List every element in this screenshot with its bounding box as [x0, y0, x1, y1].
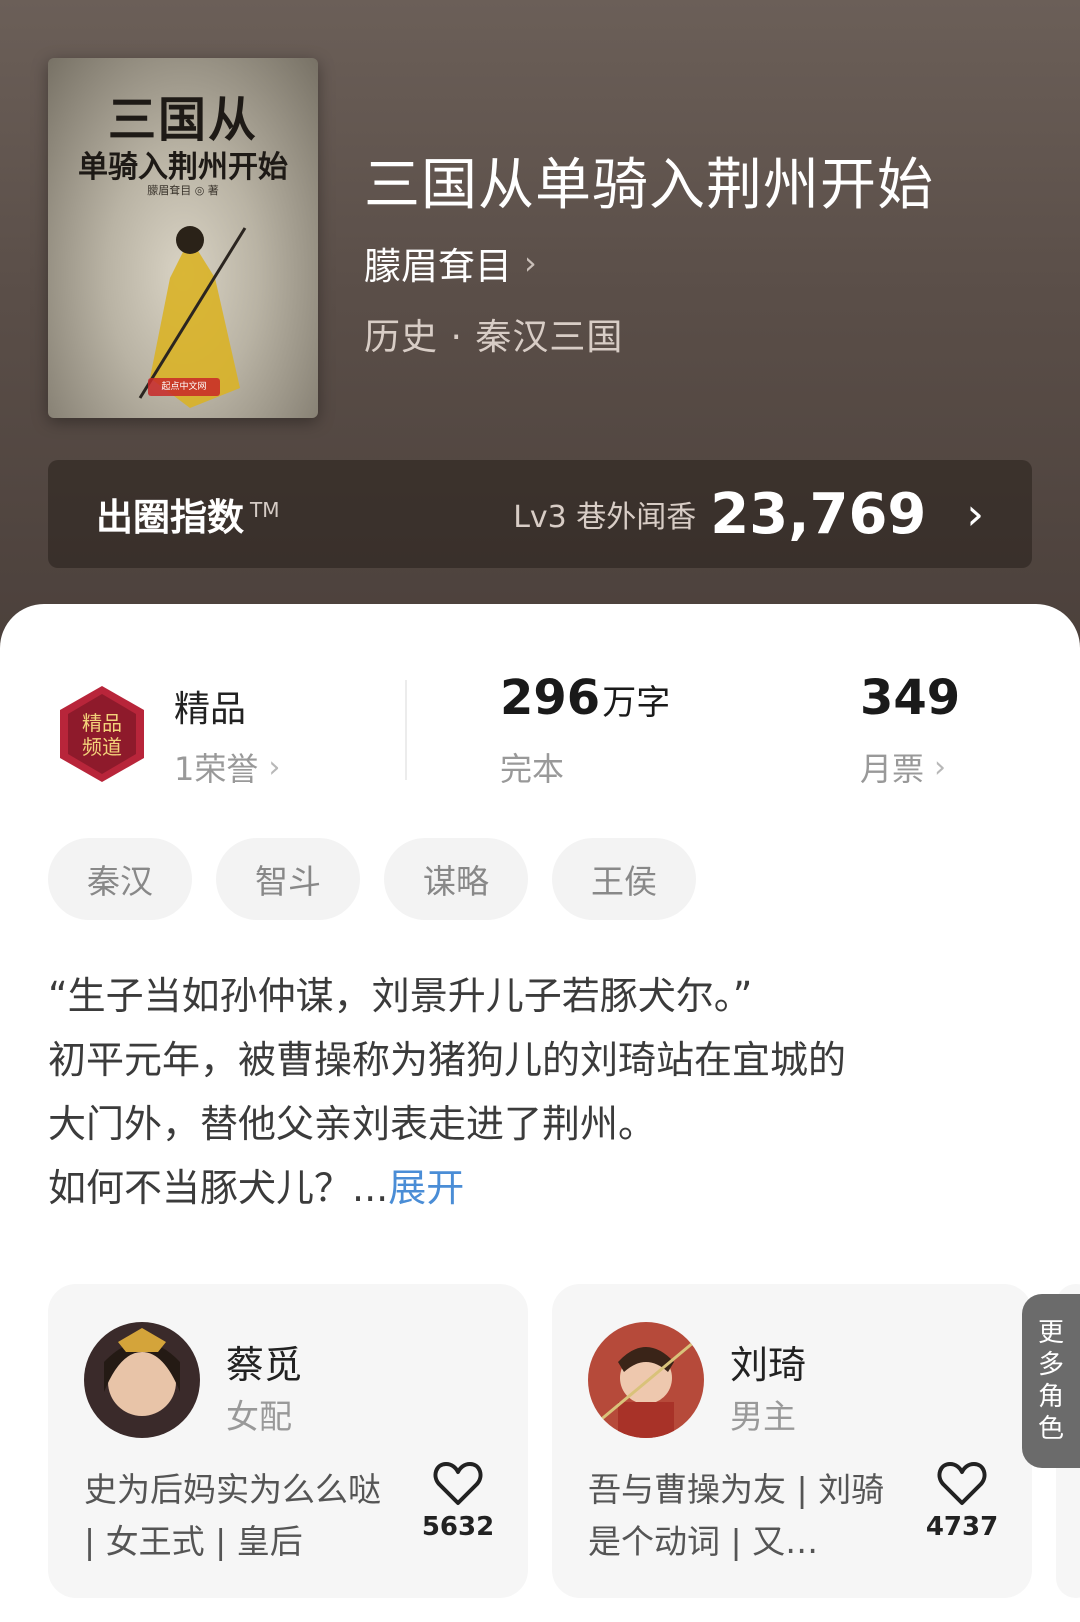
book-header: 三国从 单骑入荆州开始 朦眉耷目 ◎ 著 起点中文网 三国从单骑入荆州开始 朦眉… [0, 0, 1080, 660]
more-roles-button[interactable]: 更多角色 [1022, 1294, 1080, 1468]
cover-author: 朦眉耷目 ◎ 著 [147, 184, 219, 197]
popularity-index-label: 出圈指数 TM [96, 496, 280, 539]
character-role: 女配 [226, 1397, 292, 1436]
like-button[interactable]: 4737 [922, 1460, 1002, 1542]
chevron-right-icon: › [966, 488, 984, 540]
book-details-sheet: 精品 频道 精品 1荣誉 › 296万字 完本 349 月票 › 秦汉 智斗 谋… [0, 604, 1080, 1622]
character-name: 蔡觅 [226, 1343, 303, 1387]
book-description: “生子当如孙仲谋，刘景升儿子若豚犬尔。” 初平元年，被曹操称为猪狗儿的刘琦站在宜… [48, 964, 1032, 1220]
book-cover[interactable]: 三国从 单骑入荆州开始 朦眉耷目 ◎ 著 起点中文网 [48, 58, 318, 418]
like-count: 4737 [925, 1512, 999, 1542]
author-link[interactable]: 朦眉耷目 › [364, 236, 537, 290]
honor-link[interactable]: 1荣誉 › [174, 744, 280, 790]
stats-divider [405, 680, 407, 780]
tag-chip[interactable]: 秦汉 [48, 838, 192, 920]
character-card[interactable]: 蔡觅 女配 史为后妈实为么么哒 | 女王式 | 皇后 5632 [48, 1284, 528, 1598]
book-genre: 历史 · 秦汉三国 [364, 317, 624, 358]
heart-icon [433, 1462, 483, 1505]
character-role: 男主 [730, 1397, 796, 1436]
tag-chip[interactable]: 谋略 [384, 838, 528, 920]
stats-row: 精品 频道 精品 1荣誉 › 296万字 完本 349 月票 › [0, 660, 1080, 790]
honor-count: 1荣誉 [174, 750, 259, 788]
word-count-unit: 万字 [602, 683, 671, 723]
character-avatar [588, 1322, 704, 1438]
svg-text:频道: 频道 [82, 735, 122, 759]
character-card[interactable]: 刘琦 男主 吾与曹操为友 | 刘骑是个动词 | 又… 4737 [552, 1284, 1032, 1598]
completion-status: 完本 [500, 750, 565, 788]
description-line: 初平元年，被曹操称为猪狗儿的刘琦站在宜城的 [48, 1038, 847, 1082]
cover-title-line1: 三国从 [107, 92, 258, 148]
chevron-right-icon: › [268, 749, 281, 785]
description-line-last: 如何不当豚犬儿？...展开 [48, 1166, 465, 1210]
tag-chip[interactable]: 王侯 [552, 838, 696, 920]
premium-label: 精品 [174, 689, 247, 730]
trademark-mark: TM [250, 497, 280, 522]
chevron-right-icon: › [934, 749, 947, 785]
description-line: “生子当如孙仲谋，刘景升儿子若豚犬尔。” [48, 974, 753, 1018]
chevron-right-icon: › [524, 244, 537, 282]
monthly-tickets-label: 月票 [860, 750, 925, 788]
expand-link[interactable]: 展开 [388, 1166, 464, 1210]
description-line: 大门外，替他父亲刘表走进了荆州。 [48, 1102, 657, 1146]
character-cards: 蔡觅 女配 史为后妈实为么么哒 | 女王式 | 皇后 5632 刘琦 男主 吾与… [48, 1284, 1080, 1604]
popularity-index-bar[interactable]: 出圈指数 TM Lv3 巷外闻香 23,769 › [48, 460, 1032, 568]
heart-icon [937, 1462, 987, 1505]
cover-title-line2: 单骑入荆州开始 [78, 150, 288, 185]
author-name: 朦眉耷目 [364, 245, 512, 288]
cover-publisher-logo: 起点中文网 [148, 378, 220, 396]
premium-channel-badge-icon: 精品 频道 [60, 686, 144, 782]
monthly-tickets-count: 349 [860, 670, 961, 726]
popularity-level: Lv3 巷外闻香 [513, 500, 697, 535]
like-count: 5632 [421, 1512, 495, 1542]
character-description: 吾与曹操为友 | 刘骑是个动词 | 又… [588, 1470, 885, 1561]
monthly-tickets-link[interactable]: 月票 › [860, 744, 946, 790]
popularity-score: 23,769 [710, 481, 927, 547]
character-description: 史为后妈实为么么哒 | 女王式 | 皇后 [84, 1470, 381, 1561]
svg-text:精品: 精品 [82, 711, 122, 735]
like-button[interactable]: 5632 [418, 1460, 498, 1542]
character-avatar [84, 1322, 200, 1438]
character-name: 刘琦 [730, 1343, 807, 1387]
tag-list: 秦汉 智斗 谋略 王侯 [48, 838, 720, 920]
tag-chip[interactable]: 智斗 [216, 838, 360, 920]
book-title: 三国从单骑入荆州开始 [364, 153, 934, 218]
word-count: 296万字 [500, 670, 671, 726]
